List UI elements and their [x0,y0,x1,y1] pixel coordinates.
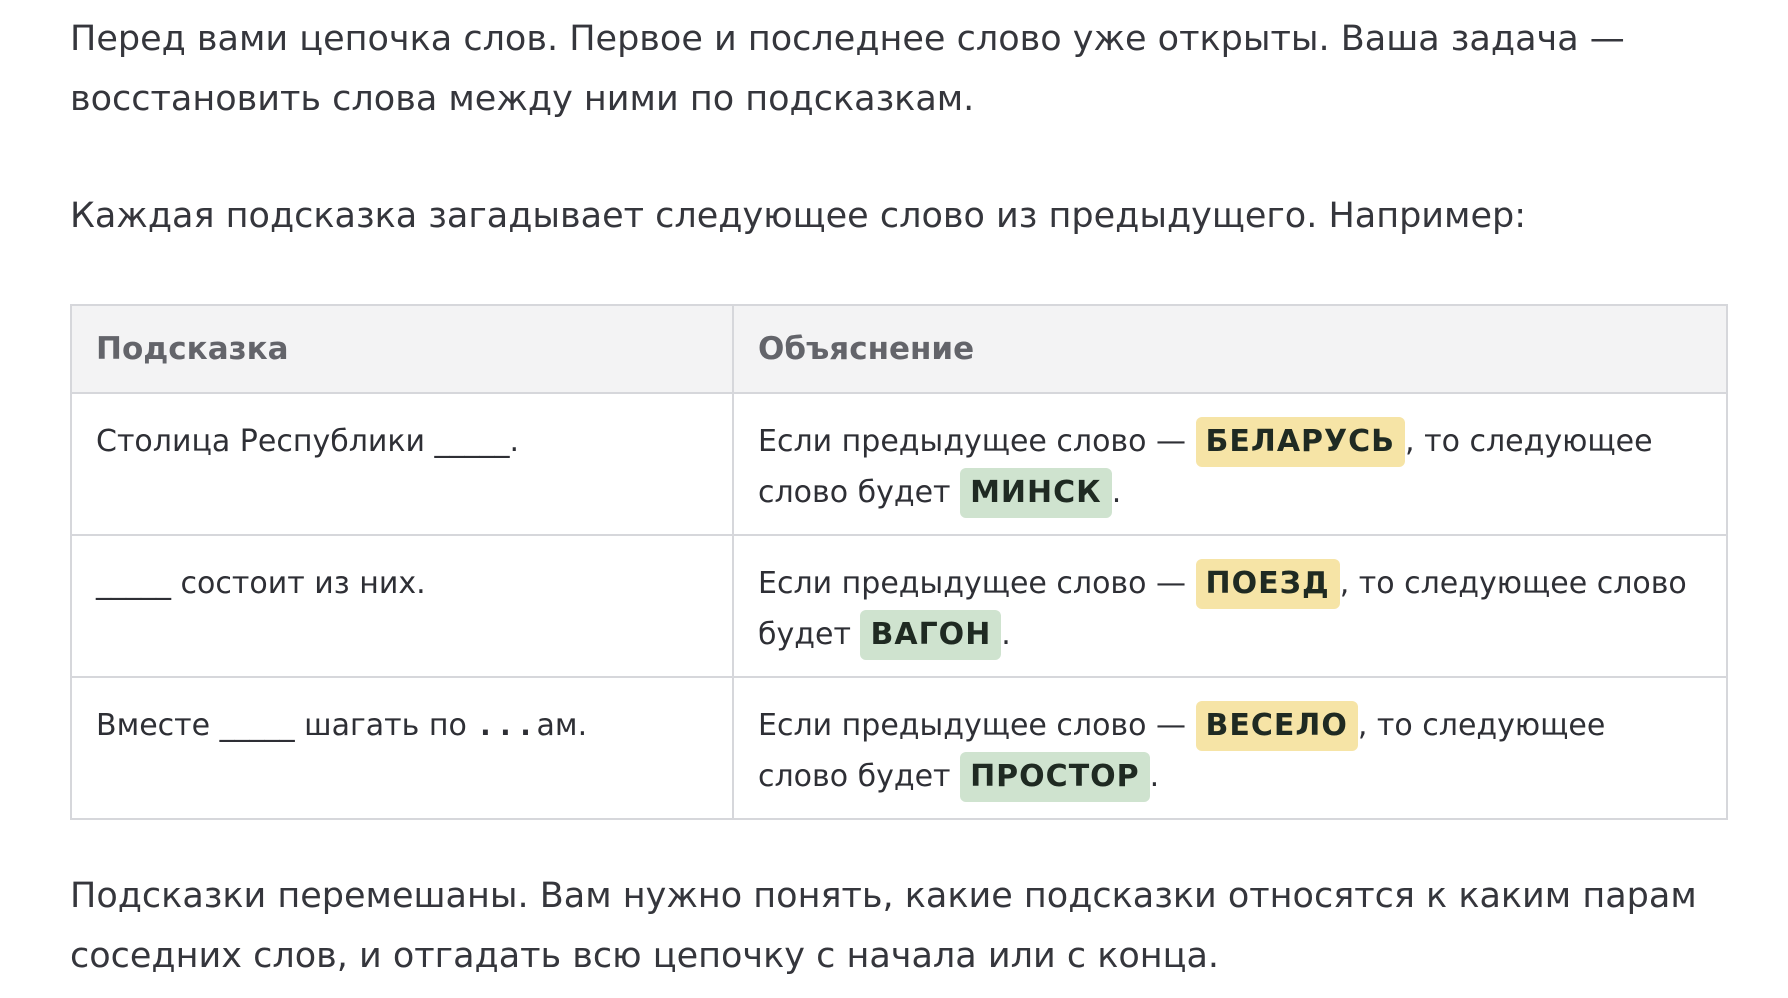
header-explanation: Объяснение [732,304,1728,394]
table-row: Столица Республики _____. Если предыдуще… [70,392,1728,536]
hint-cell: _____ состоит из них. [70,534,734,678]
explanation-cell: Если предыдущее слово — БЕЛАРУСЬ, то сле… [732,392,1728,536]
hint-text: Вместе _____ шагать по [96,708,477,743]
explanation-prefix: Если предыдущее слово — [758,708,1186,743]
explanation-prefix: Если предыдущее слово — [758,424,1186,459]
hint-cell: Вместе _____ шагать по ...ам. [70,676,734,820]
explanation-cell: Если предыдущее слово — ПОЕЗД, то следую… [732,534,1728,678]
example-intro-paragraph: Каждая подсказка загадывает следующее сл… [70,196,1527,236]
hint-suffix: ам. [536,708,588,743]
explanation-end: . [1001,617,1011,652]
explanation-end: . [1149,759,1160,794]
table-header-row: Подсказка Объяснение [70,304,1728,394]
table-row: _____ состоит из них. Если предыдущее сл… [70,534,1728,678]
next-word-chip: ВАГОН [860,610,1002,660]
example-table: Подсказка Объяснение Столица Республики … [70,304,1728,820]
next-word-chip: МИНСК [960,468,1112,518]
previous-word-chip: БЕЛАРУСЬ [1195,417,1406,467]
hint-text: Столица Республики _____. [96,424,520,459]
hint-cell: Столица Республики _____. [70,392,734,536]
table-row: Вместе _____ шагать по ...ам. Если преды… [70,676,1728,820]
next-word-chip: ПРОСТОР [960,752,1150,802]
header-hint: Подсказка [70,304,734,394]
previous-word-chip: ВЕСЕЛО [1195,701,1358,751]
previous-word-chip: ПОЕЗД [1195,559,1340,609]
explanation-cell: Если предыдущее слово — ВЕСЕЛО, то следу… [732,676,1728,820]
explanation-prefix: Если предыдущее слово — [758,566,1186,601]
outro-paragraph: Подсказки перемешаны. Вам нужно понять, … [70,876,1697,976]
intro-paragraph: Перед вами цепочка слов. Первое и послед… [70,19,1625,119]
explanation-end: . [1111,475,1122,510]
hint-text: _____ состоит из них. [96,566,426,601]
hint-dots: ... [476,708,537,743]
